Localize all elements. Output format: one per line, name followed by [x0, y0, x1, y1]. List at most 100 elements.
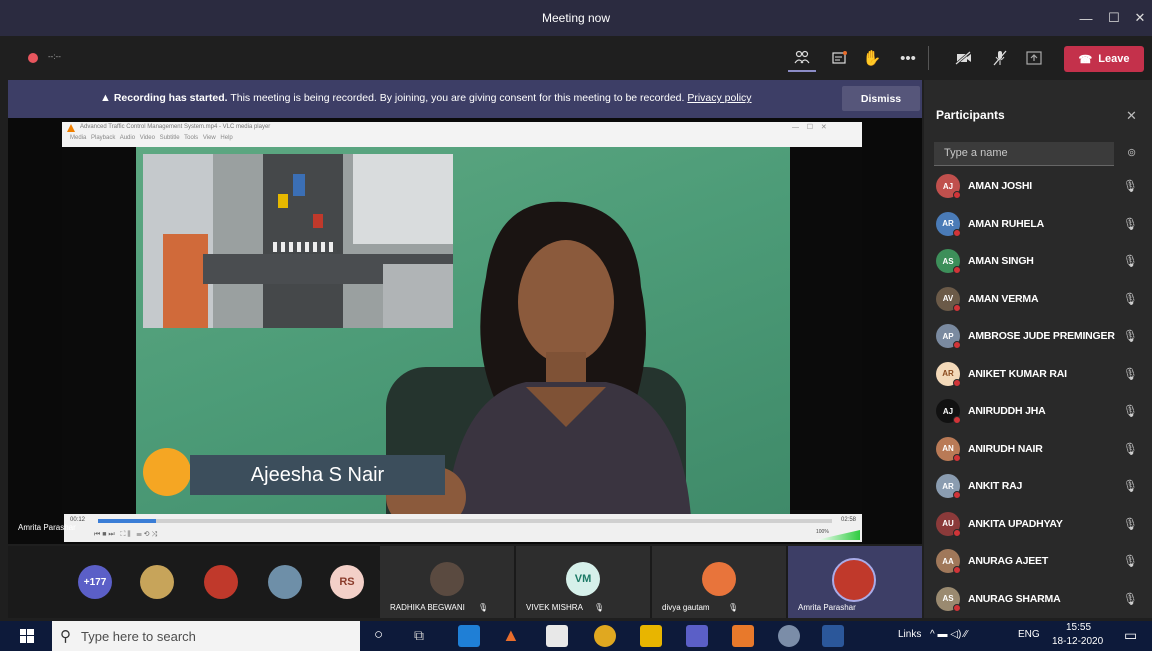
avatar[interactable] [268, 565, 302, 599]
clock-date[interactable]: 18-12-2020 [1052, 636, 1103, 647]
participant-row[interactable]: AR ANKIT RAJ 🎙 [934, 468, 1144, 504]
mic-off-icon[interactable]: 🎙 [1123, 517, 1138, 531]
task-view-icon[interactable]: ⧉ [414, 627, 424, 644]
cortana-icon[interactable]: ○ [374, 626, 383, 643]
mic-off-icon[interactable]: 🎙 [1123, 367, 1138, 381]
mic-off-icon[interactable]: 🎙 [1123, 217, 1138, 231]
participant-row[interactable]: AS AMAN SINGH 🎙 [934, 243, 1144, 279]
raise-hand-icon[interactable]: ✋ [858, 44, 886, 72]
participant-row[interactable]: AV AMAN VERMA 🎙 [934, 281, 1144, 317]
close-window-icon[interactable]: ✕ [1126, 0, 1152, 36]
building-right [353, 154, 453, 244]
status-dot [953, 266, 961, 274]
warning-icon: ▲ [100, 92, 111, 104]
participant-tile[interactable]: divya gautam 🎙 [652, 546, 786, 618]
teams-icon[interactable] [686, 625, 708, 647]
app-icon[interactable] [778, 625, 800, 647]
mic-off-icon[interactable]: 🎙 [1123, 179, 1138, 193]
participant-row[interactable]: AU ANKITA UPADHYAY 🎙 [934, 506, 1144, 542]
vlc-title: Advanced Traffic Control Management Syst… [80, 124, 271, 130]
share-link-icon[interactable]: ⊚ [1127, 146, 1136, 159]
avatar[interactable] [140, 565, 174, 599]
mic-off-icon: 🎙 [478, 603, 489, 612]
vlc-title-bar: Advanced Traffic Control Management Syst… [62, 122, 862, 147]
participant-row[interactable]: AP AMBROSE JUDE PREMINGER 🎙 [934, 318, 1144, 354]
chat-icon[interactable] [826, 44, 854, 72]
avatar: AJ [936, 174, 961, 199]
matlab-icon[interactable]: ▲ [502, 625, 524, 647]
camera-off-icon[interactable] [950, 44, 978, 72]
mic-off-icon[interactable]: 🎙 [1123, 554, 1138, 568]
status-dot [953, 528, 961, 537]
participant-name: ANURAG SHARMA [968, 592, 1061, 605]
vlc-seek-bar[interactable] [98, 519, 832, 523]
rs-avatar[interactable]: RS [330, 565, 364, 599]
avatar [832, 558, 876, 602]
participant-row[interactable]: AA ANURAG AJEET 🎙 [934, 543, 1144, 579]
file-explorer-icon[interactable] [640, 625, 662, 647]
mic-off-icon[interactable]: 🎙 [1123, 479, 1138, 493]
avatar[interactable] [204, 565, 238, 599]
app-icon[interactable] [732, 625, 754, 647]
participant-name: AMAN SINGH [968, 255, 1034, 267]
word-icon[interactable] [822, 625, 844, 647]
vlc-window-controls: — ☐ ✕ [792, 124, 827, 131]
participant-tile[interactable]: VM VIVEK MISHRA 🎙 [516, 546, 650, 618]
mic-off-icon[interactable]: 🎙 [1123, 404, 1138, 418]
participant-search-input[interactable]: Type a name [934, 142, 1114, 166]
avatar: AR [936, 211, 961, 237]
more-options-icon[interactable]: ••• [894, 44, 922, 72]
vm-avatar: VM [566, 562, 600, 596]
privacy-policy-link[interactable]: Privacy policy [687, 92, 751, 104]
participant-tile[interactable]: RADHIKA BEGWANI 🎙 [380, 546, 514, 618]
status-dot [953, 378, 961, 387]
close-panel-icon[interactable]: ✕ [1126, 108, 1137, 124]
participant-row[interactable]: AN ANIRUDH NAIR 🎙 [934, 431, 1144, 467]
mic-off-icon[interactable]: 🎙 [1123, 292, 1138, 306]
mic-off-icon[interactable]: 🎙 [1123, 442, 1138, 456]
share-tray-icon[interactable] [1020, 44, 1048, 72]
chrome-icon[interactable] [594, 625, 616, 647]
participant-row[interactable]: AR ANIKET KUMAR RAI 🎙 [934, 356, 1144, 392]
language-indicator[interactable]: ENG [1018, 629, 1040, 640]
avatar: AN [936, 436, 961, 462]
participant-row[interactable]: AR AMAN RUHELA 🎙 [934, 206, 1144, 242]
meeting-timer: --:-- [48, 52, 61, 61]
avatar: AR [936, 474, 961, 499]
tile-name: RADHIKA BEGWANI [390, 603, 465, 612]
mail-icon[interactable] [458, 625, 480, 647]
mic-off-icon[interactable]: 🎙 [1123, 254, 1138, 268]
notifications-icon[interactable]: ▭ [1124, 627, 1137, 644]
leave-label: Leave [1098, 53, 1130, 65]
participant-row[interactable]: AJ AMAN JOSHI 🎙 [934, 168, 1144, 204]
clock-time[interactable]: 15:55 [1066, 622, 1091, 633]
mic-off-icon[interactable] [986, 44, 1014, 72]
leave-button[interactable]: ☎ Leave [1064, 46, 1144, 72]
participant-row[interactable]: AS ANURAG SHARMA 🎙 [934, 581, 1144, 617]
maximize-icon[interactable]: ☐ [1100, 0, 1128, 36]
minimize-icon[interactable]: — [1072, 0, 1100, 36]
status-dot [953, 491, 961, 499]
avatar: AS [936, 249, 961, 274]
participant-row[interactable]: AJ ANIRUDDH JHA 🎙 [934, 393, 1144, 429]
mic-off-icon[interactable]: 🎙 [1123, 329, 1138, 343]
links-toolbar[interactable]: Links [898, 629, 921, 640]
participants-icon[interactable] [788, 44, 816, 72]
taskbar-search-box[interactable]: ⚲ Type here to search [52, 621, 360, 651]
participant-tile-active[interactable]: Amrita Parashar [788, 546, 922, 618]
status-dot [953, 453, 961, 462]
vlc-total-time: 02:58 [841, 517, 857, 523]
speaker-caption: Amrita Parashar [18, 523, 76, 532]
participant-name: ANKIT RAJ [968, 480, 1023, 492]
tile-name: divya gautam [662, 603, 710, 612]
vlc-cone-icon [67, 124, 75, 132]
tray-icons[interactable]: ^ ▬ ◁) ∕∕ [930, 629, 967, 640]
tile-name: VIVEK MISHRA [526, 603, 583, 612]
store-icon[interactable] [546, 625, 568, 647]
windows-start-icon[interactable] [20, 629, 34, 648]
mic-off-icon[interactable]: 🎙 [1123, 592, 1138, 606]
overflow-count-avatar[interactable]: +177 [78, 565, 112, 599]
dismiss-button[interactable]: Dismiss [842, 86, 920, 111]
vlc-button-row[interactable]: ⏮ ■ ⏭ ⛶ ⫼ ☰ ⟲ ⤨ [94, 530, 157, 539]
presenter-name-tag: Ajeesha S Nair [190, 455, 445, 495]
